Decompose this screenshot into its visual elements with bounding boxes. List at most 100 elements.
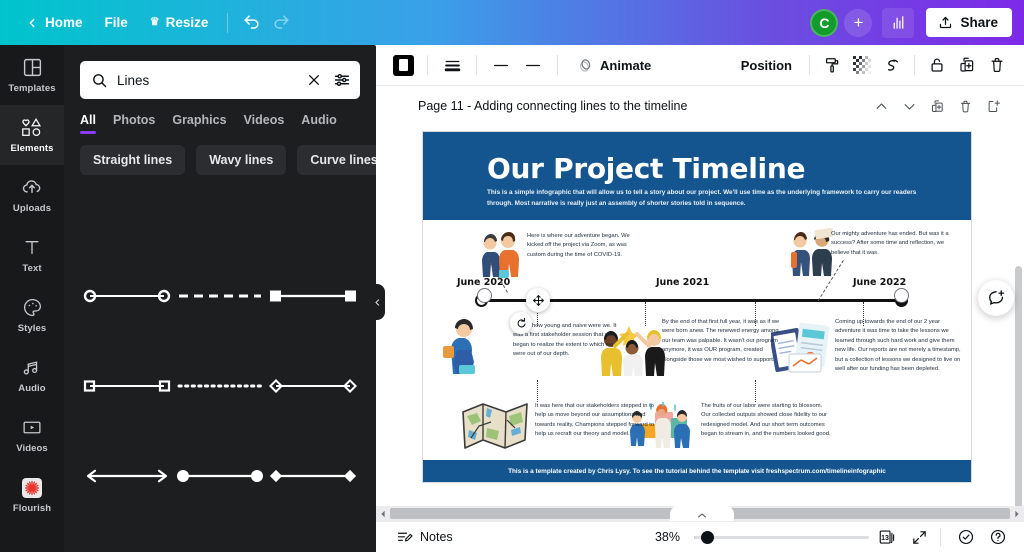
illustration-two-people-left (482, 232, 519, 278)
page-panel-expander[interactable] (670, 506, 734, 521)
chevron-left-icon (374, 298, 379, 306)
add-page-button[interactable] (980, 93, 1006, 119)
element-line-dotted-double-arrow[interactable] (267, 521, 360, 552)
page-manager-button[interactable]: 13 (873, 524, 901, 550)
search-box[interactable] (80, 61, 360, 99)
slide-subtitle[interactable]: This is a simple infographic that will a… (487, 188, 927, 209)
selection-handle-start[interactable] (477, 288, 492, 303)
add-collaborator-button[interactable]: + (844, 8, 873, 37)
sidebar-item-styles[interactable]: Styles (0, 285, 64, 345)
animate-icon (580, 58, 591, 72)
header-left-group: Home File ♛ Resize (0, 8, 296, 38)
tab-photos[interactable]: Photos (113, 113, 155, 134)
redo-button[interactable] (266, 8, 296, 38)
element-line-single-arrow[interactable] (80, 521, 173, 552)
chevron-up-icon (698, 513, 706, 518)
story-block-top-right[interactable]: Our mighty adventure has ended. But was … (831, 230, 953, 258)
element-line-diamond-solid-ends[interactable] (267, 431, 360, 521)
tab-graphics[interactable]: Graphics (172, 113, 226, 134)
element-line-bar-ends[interactable] (173, 521, 266, 552)
tab-all[interactable]: All (80, 113, 96, 134)
story-block-top-left[interactable]: Here is where our adventure began. We ki… (527, 232, 647, 260)
resize-button[interactable]: ♛ Resize (139, 9, 220, 36)
illustration-folded-map (462, 403, 528, 449)
milestone-label-2021[interactable]: June 2021 (656, 277, 709, 288)
move-page-up-button[interactable] (868, 93, 894, 119)
page-title[interactable]: Page 11 - Adding connecting lines to the… (418, 99, 687, 113)
animate-button[interactable]: Animate (567, 50, 661, 81)
duplicate-button[interactable] (952, 50, 982, 80)
transparency-button[interactable] (847, 50, 877, 80)
chip-straight-lines[interactable]: Straight lines (80, 145, 186, 175)
story-block-bottom-left[interactable]: It was here that our stakeholders steppe… (535, 402, 655, 440)
delete-page-button[interactable] (952, 93, 978, 119)
avatar[interactable]: C (810, 8, 839, 37)
insights-button[interactable] (882, 7, 915, 38)
slide-title[interactable]: Our Project Timeline (487, 152, 805, 185)
line-color-button[interactable] (388, 50, 418, 80)
canvas-vertical-scrollbar[interactable] (1015, 156, 1022, 536)
close-icon[interactable] (306, 72, 322, 88)
lock-button[interactable] (922, 50, 952, 80)
element-line-circle-solid-ends[interactable] (173, 431, 266, 521)
home-button[interactable]: Home (14, 9, 94, 36)
chip-curve-lines[interactable]: Curve lines (297, 145, 376, 175)
copy-style-button[interactable] (817, 50, 847, 80)
add-comment-button[interactable] (978, 280, 1014, 316)
saved-status-button[interactable] (952, 524, 980, 550)
notes-button[interactable]: Notes (388, 524, 461, 551)
tab-videos[interactable]: Videos (244, 113, 285, 134)
filter-sliders-icon[interactable] (333, 71, 351, 89)
line-style-button[interactable] (437, 50, 467, 80)
sidebar-item-text[interactable]: Text (0, 225, 64, 285)
zoom-slider[interactable] (694, 530, 869, 544)
notes-label: Notes (420, 530, 453, 544)
slide-footer-text: This is a template created by Chris Lysy… (508, 467, 886, 475)
milestone-label-2022[interactable]: June 2022 (853, 277, 906, 288)
duplicate-page-button[interactable] (924, 93, 950, 119)
tab-audio[interactable]: Audio (301, 113, 336, 134)
header-divider (227, 12, 229, 33)
element-line-diamond-outline-ends[interactable] (267, 341, 360, 431)
element-line-dashed[interactable] (173, 251, 266, 341)
file-menu-button[interactable]: File (94, 9, 139, 36)
line-end-button[interactable] (518, 50, 548, 80)
line-start-button[interactable] (486, 50, 516, 80)
scroll-right-button[interactable] (1010, 510, 1024, 518)
chip-wavy-lines[interactable]: Wavy lines (196, 145, 287, 175)
undo-button[interactable] (236, 8, 266, 38)
element-line-circle-outline-ends[interactable] (80, 251, 173, 341)
story-block-bottom-center[interactable]: The fruits of our labor were starting to… (701, 402, 831, 440)
fullscreen-button[interactable] (905, 524, 933, 550)
element-line-double-arrow[interactable] (80, 431, 173, 521)
move-handle[interactable] (526, 288, 550, 312)
selection-handle-end[interactable] (894, 288, 909, 303)
element-line-square-solid-ends[interactable] (267, 251, 360, 341)
sidebar-item-elements[interactable]: Elements (0, 105, 64, 165)
sidebar-item-videos[interactable]: Videos (0, 405, 64, 465)
delete-button[interactable] (982, 50, 1012, 80)
element-line-square-outline-ends[interactable] (80, 341, 173, 431)
scroll-left-button[interactable] (376, 510, 390, 518)
connector-dotted-6 (755, 380, 756, 402)
move-page-down-button[interactable] (896, 93, 922, 119)
sidebar-item-uploads[interactable]: Uploads (0, 165, 64, 225)
sidebar-item-templates[interactable]: Templates (0, 45, 64, 105)
sidebar-item-flourish[interactable]: Flourish (0, 465, 64, 525)
avatar-initial: C (819, 14, 830, 31)
story-block-mid-right[interactable]: Coming up towards the end of our 2 year … (835, 318, 961, 374)
audio-note-icon (21, 357, 43, 379)
help-button[interactable] (984, 524, 1012, 550)
share-button[interactable]: Share (926, 8, 1012, 37)
rotate-handle[interactable] (510, 312, 532, 334)
story-block-mid-center[interactable]: By the end of that first full year, it w… (662, 318, 786, 365)
element-line-dotted[interactable] (173, 341, 266, 431)
zoom-knob[interactable] (701, 531, 714, 544)
slide-canvas[interactable]: Our Project Timeline This is a simple in… (422, 131, 972, 483)
sidebar-item-audio[interactable]: Audio (0, 345, 64, 405)
link-button[interactable] (877, 50, 907, 80)
scrollbar-thumb[interactable] (1015, 266, 1022, 516)
position-button[interactable]: Position (731, 51, 802, 80)
panel-collapse-button[interactable] (369, 284, 385, 320)
search-input[interactable] (117, 72, 297, 88)
